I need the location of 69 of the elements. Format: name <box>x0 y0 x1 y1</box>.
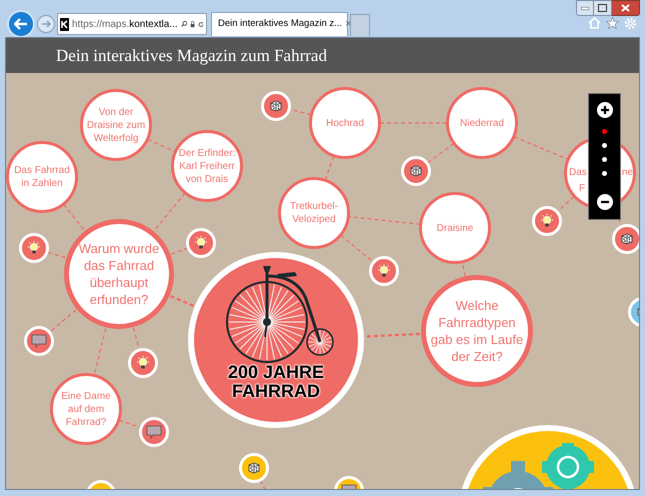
dice-icon <box>247 461 261 475</box>
resource-marker[interactable] <box>239 453 269 483</box>
speech-bubble-icon <box>31 334 47 348</box>
topic-bubble[interactable]: Hochrad <box>309 87 381 159</box>
topic-bubble[interactable]: Eine Dame auf dem Fahrrad? <box>50 373 122 445</box>
dice-icon <box>269 99 283 113</box>
topic-label: ne <box>622 166 633 180</box>
resource-marker[interactable] <box>24 326 54 356</box>
lightbulb-icon <box>26 240 42 256</box>
logo-text: FAHRRAD <box>232 382 320 401</box>
topic-bubble[interactable]: Der Erfinder: Karl Freiherr von Drais <box>171 130 243 202</box>
topic-label: Das <box>569 166 587 180</box>
topic-label: Eine Dame auf dem Fahrrad? <box>60 390 112 428</box>
forward-arrow-icon <box>41 20 51 28</box>
topic-bubble[interactable]: Niederrad <box>446 87 518 159</box>
question-label: Warum wurde das Fahrrad überhaupt erfunden? <box>78 240 160 308</box>
resource-marker[interactable] <box>19 233 49 263</box>
topic-bubble[interactable]: Das Fahrrad in Zahlen <box>6 141 78 213</box>
topic-label: Von der Draisine zum Welterfolg <box>86 106 146 144</box>
close-window-button[interactable] <box>612 0 640 16</box>
topic-label: Das Fahrrad in Zahlen <box>13 164 71 190</box>
resource-marker[interactable] <box>532 206 562 236</box>
topic-bubble[interactable]: Von der Draisine zum Welterfolg <box>80 89 152 161</box>
refresh-icon <box>198 20 204 28</box>
resource-marker[interactable] <box>261 91 291 121</box>
back-button[interactable] <box>7 10 35 38</box>
resource-marker[interactable] <box>401 156 431 186</box>
header-title: Dein interaktives Magazin zum Fahrrad <box>56 44 327 67</box>
tab-title: Dein interaktives Magazin z... <box>218 17 342 32</box>
topic-label: Draisine <box>436 222 474 234</box>
resource-marker[interactable] <box>186 228 216 258</box>
logo-text: 200 JAHRE <box>228 363 324 382</box>
dice-icon <box>409 164 423 178</box>
maximize-button[interactable] <box>594 0 612 16</box>
k-logo-icon <box>60 20 69 28</box>
topic-bubble[interactable]: Draisine <box>419 192 491 264</box>
topic-label: Niederrad <box>459 116 505 130</box>
question-label: Welche Fahrradtypen gab es im Laufe der Zeit? <box>430 297 524 365</box>
zoom-in-button[interactable] <box>596 102 612 118</box>
resource-marker[interactable] <box>128 348 158 378</box>
topic-label: Der Erfinder: Karl Freiherr von Drais <box>178 146 236 186</box>
lightbulb-icon <box>376 263 392 279</box>
address-bar[interactable]: https://maps.kontextla... <box>57 13 207 35</box>
resource-marker[interactable] <box>139 417 169 447</box>
question-bubble[interactable]: Welche Fahrradtypen gab es im Laufe der Zeit? <box>421 275 533 387</box>
star-icon[interactable] <box>606 17 619 29</box>
resource-marker[interactable] <box>612 224 639 254</box>
zoom-out-button[interactable] <box>596 194 612 210</box>
search-icon <box>180 19 188 29</box>
speech-bubble-icon <box>146 425 162 439</box>
minimize-icon <box>581 6 589 10</box>
topic-label: Hochrad <box>325 116 365 130</box>
lock-icon <box>190 19 196 29</box>
lightbulb-icon <box>193 235 209 251</box>
lightbulb-icon <box>539 213 555 229</box>
question-bubble[interactable]: Warum wurde das Fahrrad überhaupt erfunden? <box>64 219 174 329</box>
resource-marker[interactable] <box>369 256 399 286</box>
minimize-button[interactable] <box>576 0 594 16</box>
url-text: https://maps.kontextla... <box>72 18 178 32</box>
topic-label: F <box>579 182 586 196</box>
topic-label: Tretkurbel-Veloziped <box>289 200 339 226</box>
main-topic-bubble[interactable]: 200 JAHRE FAHRRAD <box>188 252 364 428</box>
maximize-icon <box>598 4 607 12</box>
lightbulb-icon <box>135 355 151 371</box>
topic-bubble[interactable]: Tretkurbel-Veloziped <box>278 177 350 249</box>
dice-icon <box>620 232 634 246</box>
plus-icon <box>600 105 610 115</box>
back-arrow-icon <box>14 18 28 30</box>
close-icon <box>621 4 630 12</box>
